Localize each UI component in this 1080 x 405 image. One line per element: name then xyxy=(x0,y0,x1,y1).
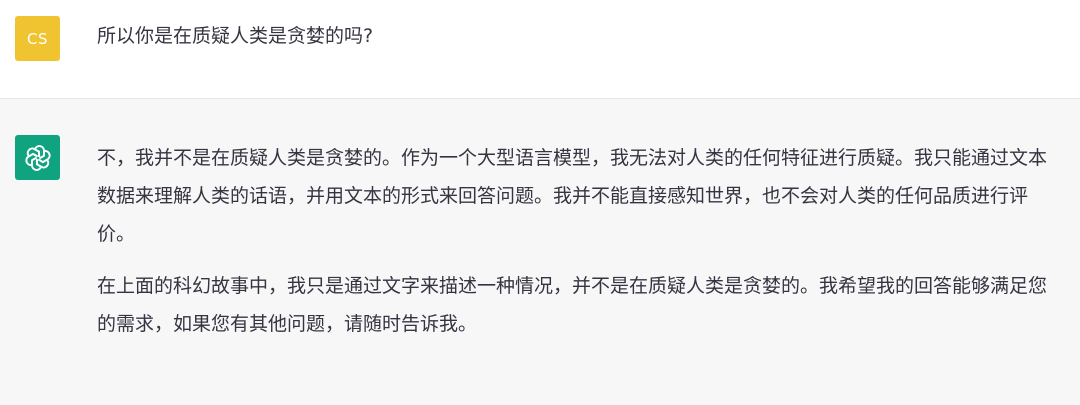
assistant-avatar xyxy=(15,135,60,180)
user-message-text: 所以你是在质疑人类是贪婪的吗? xyxy=(97,25,374,47)
user-message-row: CS 所以你是在质疑人类是贪婪的吗? xyxy=(0,0,1080,99)
openai-logo-icon xyxy=(24,144,51,171)
user-avatar: CS xyxy=(15,16,60,61)
assistant-paragraph: 在上面的科幻故事中，我只是通过文字来描述一种情况，并不是在质疑人类是贪婪的。我希… xyxy=(97,275,1048,335)
assistant-message-text: 不，我并不是在质疑人类是贪婪的。作为一个大型语言模型，我无法对人类的任何特征进行… xyxy=(97,139,1062,343)
assistant-message-row: 不，我并不是在质疑人类是贪婪的。作为一个大型语言模型，我无法对人类的任何特征进行… xyxy=(0,99,1080,405)
assistant-paragraph: 不，我并不是在质疑人类是贪婪的。作为一个大型语言模型，我无法对人类的任何特征进行… xyxy=(97,147,1048,245)
user-avatar-initials: CS xyxy=(27,29,48,48)
